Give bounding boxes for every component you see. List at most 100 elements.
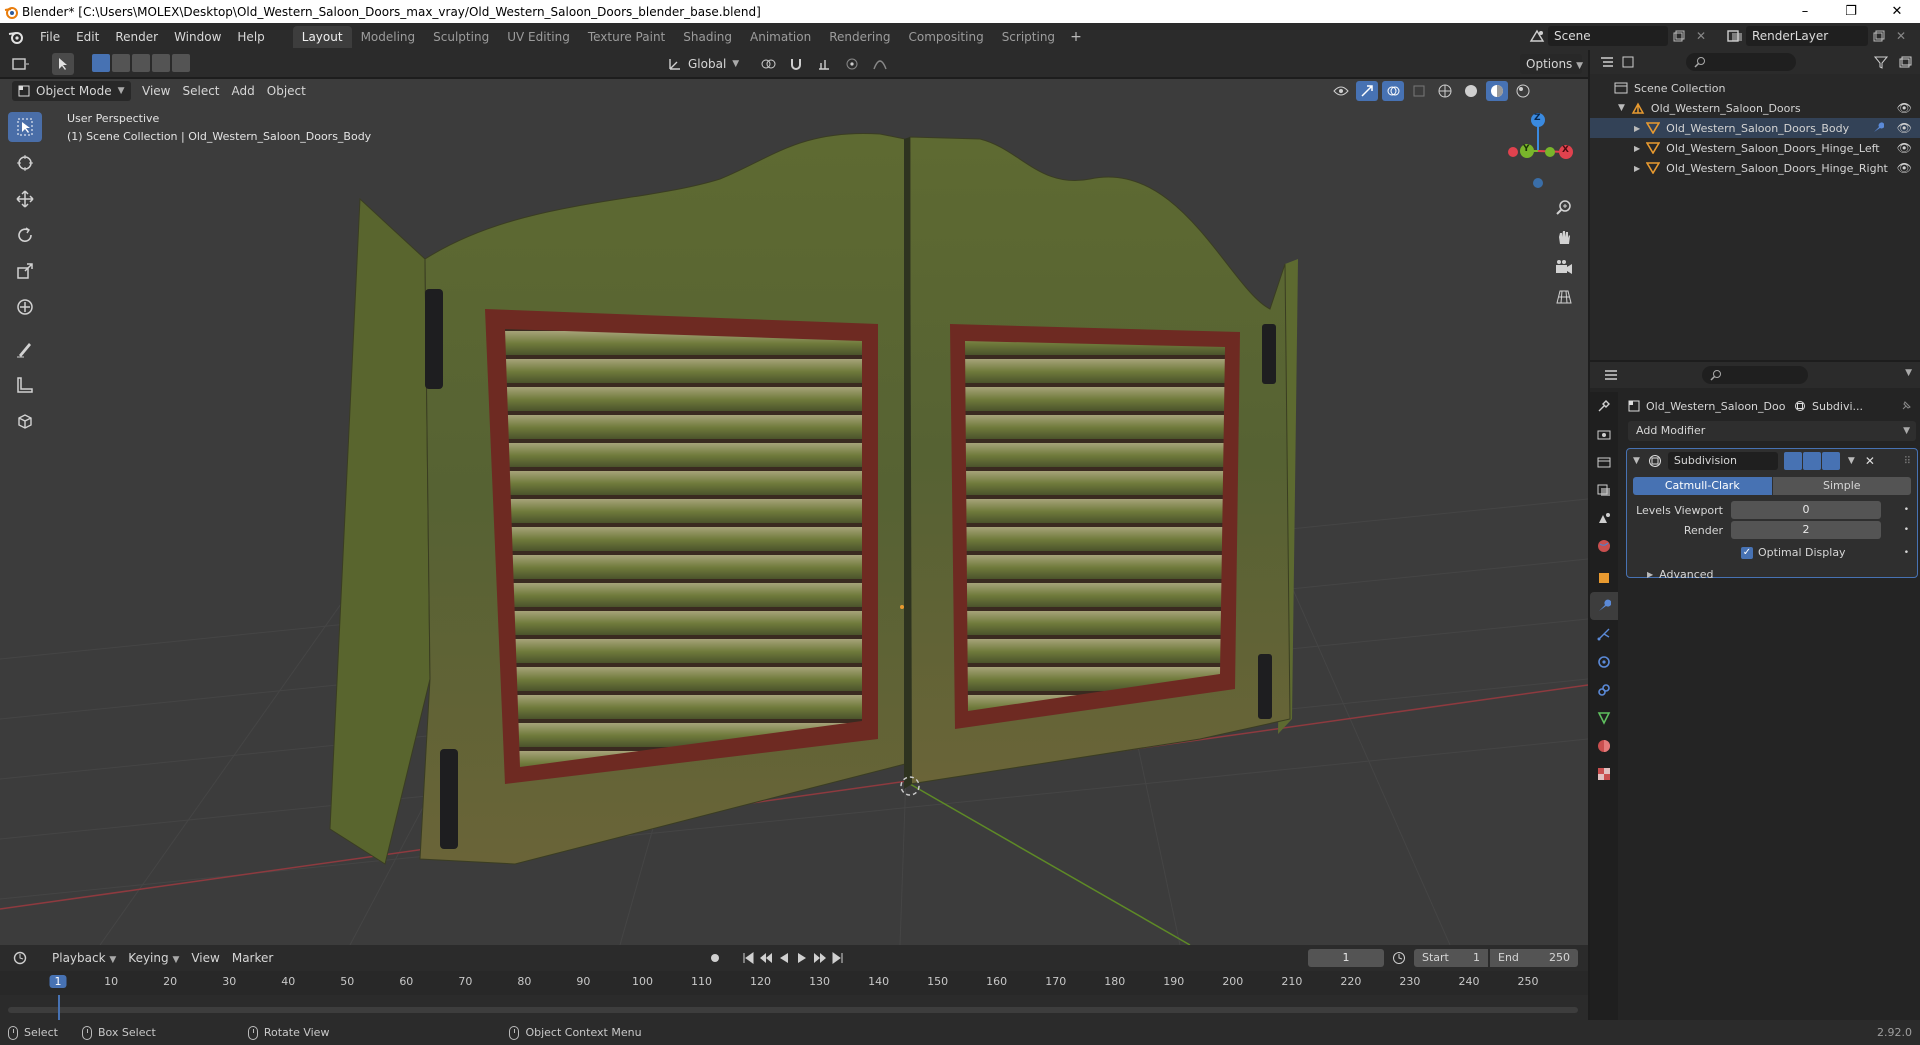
filter-icon[interactable] [1870, 52, 1892, 72]
material-shading-icon[interactable] [1486, 81, 1508, 101]
jump-start-icon[interactable] [740, 948, 756, 968]
object-tab-icon[interactable] [1590, 564, 1618, 592]
mode-selector[interactable]: Object Mode ▼ [12, 81, 131, 101]
wireframe-shading-icon[interactable] [1434, 81, 1456, 101]
expand-arrow-icon[interactable]: ▼ [1618, 103, 1625, 113]
outliner-search-input[interactable] [1686, 53, 1796, 71]
tab-texture-paint[interactable]: Texture Paint [579, 26, 674, 48]
menu-help[interactable]: Help [229, 26, 272, 48]
end-frame-field[interactable]: End 250 [1490, 949, 1578, 967]
play-icon[interactable] [794, 948, 810, 968]
outliner-scene-collection[interactable]: Scene Collection [1590, 78, 1920, 98]
tweak-select-tool-icon[interactable] [8, 112, 42, 142]
snap-target-icon[interactable] [813, 54, 835, 74]
proportional-edit-icon[interactable] [841, 54, 863, 74]
minimize-button[interactable]: – [1782, 0, 1828, 23]
select-tool-icon[interactable] [52, 53, 74, 75]
scene-tab-icon[interactable] [1590, 504, 1618, 532]
advanced-subpanel[interactable]: ▶ Advanced [1627, 568, 1917, 581]
new-scene-icon[interactable] [1668, 26, 1690, 46]
solid-shading-icon[interactable] [1460, 81, 1482, 101]
current-frame-field[interactable]: 1 [1308, 949, 1384, 967]
tab-animation[interactable]: Animation [741, 26, 820, 48]
tool-tab-icon[interactable] [1590, 392, 1618, 420]
select-mode-subtract-icon[interactable] [132, 54, 150, 72]
overlays-toggle-icon[interactable] [1382, 81, 1404, 101]
material-tab-icon[interactable] [1590, 732, 1618, 760]
tab-layout[interactable]: Layout [292, 25, 352, 48]
particles-tab-icon[interactable] [1590, 620, 1618, 648]
view-layer-icon[interactable] [1724, 26, 1746, 46]
render-tab-icon[interactable] [1590, 420, 1618, 448]
outliner-object-row[interactable]: ▶ Old_Western_Saloon_Doors_Hinge_Left 👁 [1590, 138, 1920, 158]
rotate-tool-icon[interactable] [8, 220, 42, 250]
tab-compositing[interactable]: Compositing [899, 26, 992, 48]
pivot-point-icon[interactable] [757, 54, 779, 74]
editor-type-icon[interactable] [10, 54, 32, 74]
menu-edit[interactable]: Edit [68, 26, 107, 48]
timeline-view-menu[interactable]: View [185, 948, 225, 968]
expand-arrow-icon[interactable]: ▶ [1634, 164, 1640, 173]
modifier-menu-chevron-icon[interactable]: ▼ [1848, 456, 1855, 466]
tab-rendering[interactable]: Rendering [820, 26, 899, 48]
tab-sculpting[interactable]: Sculpting [424, 26, 498, 48]
rendered-shading-icon[interactable] [1512, 81, 1534, 101]
marker-menu[interactable]: Marker [226, 948, 279, 968]
perspective-toggle-icon[interactable] [1551, 284, 1577, 310]
timeline-scrollbar[interactable] [8, 1007, 1578, 1013]
add-cube-tool-icon[interactable] [8, 406, 42, 436]
blender-menu-icon[interactable] [4, 26, 28, 48]
add-modifier-button[interactable]: Add Modifier ▼ [1628, 421, 1916, 441]
close-window-button[interactable]: ✕ [1874, 0, 1920, 23]
add-workspace-button[interactable]: + [1064, 29, 1088, 45]
scale-tool-icon[interactable] [8, 256, 42, 286]
collapse-arrow-icon[interactable]: ▼ [1633, 456, 1640, 466]
new-collection-icon[interactable] [1894, 52, 1916, 72]
camera-view-icon[interactable] [1551, 254, 1577, 280]
animate-dot-icon[interactable]: • [1904, 525, 1909, 535]
pin-icon[interactable] [1900, 400, 1912, 412]
expand-arrow-icon[interactable]: ▶ [1634, 124, 1640, 133]
outliner-object-row[interactable]: ▶ Old_Western_Saloon_Doors_Body 👁 [1590, 118, 1920, 138]
viewport-menu-view[interactable]: View [136, 81, 176, 101]
jump-keyframe-forward-icon[interactable] [812, 948, 828, 968]
animate-dot-icon[interactable]: • [1904, 505, 1909, 515]
viewport-menu-select[interactable]: Select [176, 81, 225, 101]
tab-scripting[interactable]: Scripting [993, 26, 1064, 48]
visibility-eye-icon[interactable]: 👁 [1897, 121, 1912, 135]
animate-dot-icon[interactable]: • [1904, 548, 1909, 558]
new-view-layer-icon[interactable] [1868, 26, 1890, 46]
jump-keyframe-back-icon[interactable] [758, 948, 774, 968]
modifier-tab-icon[interactable] [1590, 592, 1618, 620]
falloff-icon[interactable] [869, 54, 891, 74]
outliner-editor-icon[interactable] [1596, 52, 1618, 72]
menu-render[interactable]: Render [107, 26, 166, 48]
levels-viewport-field[interactable]: 0 [1731, 501, 1881, 519]
pan-hand-icon[interactable] [1551, 224, 1577, 250]
view-layer-tab-icon[interactable] [1590, 476, 1618, 504]
remove-modifier-icon[interactable]: ✕ [1865, 454, 1875, 468]
world-tab-icon[interactable] [1590, 532, 1618, 560]
properties-editor-icon[interactable] [1600, 365, 1622, 385]
modifier-name-input[interactable]: Subdivision [1667, 452, 1778, 470]
menu-file[interactable]: File [32, 26, 68, 48]
texture-tab-icon[interactable] [1590, 760, 1618, 788]
navigation-gizmo[interactable]: Z Y X [1500, 110, 1580, 190]
outliner-collection-row[interactable]: ▼ Old_Western_Saloon_Doors 👁 [1590, 98, 1920, 118]
data-tab-icon[interactable] [1590, 704, 1618, 732]
constraints-tab-icon[interactable] [1590, 676, 1618, 704]
delete-scene-icon[interactable]: ✕ [1690, 26, 1712, 46]
move-tool-icon[interactable] [8, 184, 42, 214]
start-frame-field[interactable]: Start 1 [1414, 949, 1488, 967]
chevron-down-icon[interactable]: ▼ [1905, 368, 1912, 378]
record-icon[interactable] [704, 948, 726, 968]
gizmo-toggle-icon[interactable] [1356, 81, 1378, 101]
snap-icon[interactable] [785, 54, 807, 74]
render-toggle-icon[interactable] [1821, 452, 1840, 470]
preview-range-icon[interactable] [1388, 948, 1410, 968]
tab-shading[interactable]: Shading [674, 26, 741, 48]
visibility-eye-icon[interactable]: 👁 [1897, 161, 1912, 175]
drag-handle-icon[interactable]: ⠿ [1904, 456, 1911, 467]
xray-toggle-icon[interactable] [1408, 81, 1430, 101]
delete-view-layer-icon[interactable]: ✕ [1890, 26, 1912, 46]
